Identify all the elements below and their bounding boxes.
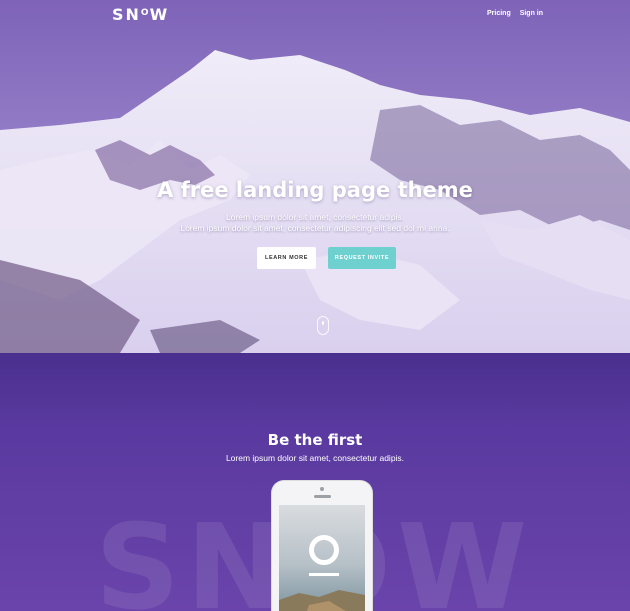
learn-more-button[interactable]: LEARN MORE [257, 247, 316, 269]
request-invite-button[interactable]: REQUEST INVITE [328, 247, 396, 269]
logo-text-start: SN [112, 5, 141, 24]
phone-speaker-icon [314, 495, 331, 498]
logo-text-o: O [140, 8, 150, 18]
section-title: Be the first [267, 431, 363, 449]
hero-subtext: Lorem ipsum dolor sit amet, consectetur … [0, 212, 630, 234]
mouse-scroll-icon[interactable] [317, 316, 329, 335]
mountain-background [0, 0, 630, 353]
nav-link-sign-in[interactable]: Sign in [520, 10, 543, 17]
logo-text-end: W [149, 5, 170, 24]
nav-links: Pricing Sign in [487, 10, 550, 17]
hero-subtext-line-2: Lorem ipsum dolor sit amet, consectetur … [180, 223, 450, 233]
app-logo-icon [309, 535, 339, 565]
app-logo-bar [309, 573, 339, 576]
hero-subtext-line-1: Lorem ipsum dolor sit amet, consectetur … [225, 212, 405, 222]
phone-camera-icon [320, 487, 324, 491]
phone-screen [279, 505, 365, 611]
nav-link-pricing[interactable]: Pricing [487, 10, 511, 17]
hero-headline: A free landing page theme [157, 178, 473, 202]
top-nav: SNOW Pricing Sign in [0, 0, 630, 30]
hero-section: SNOW Pricing Sign in A free landing page… [0, 0, 630, 353]
be-the-first-section: SNOW Be the first Lorem ipsum dolor sit … [0, 353, 630, 611]
section-subtitle: Lorem ipsum dolor sit amet, consectetur … [225, 453, 405, 463]
phone-mockup [272, 481, 372, 611]
logo[interactable]: SNOW [112, 5, 169, 24]
